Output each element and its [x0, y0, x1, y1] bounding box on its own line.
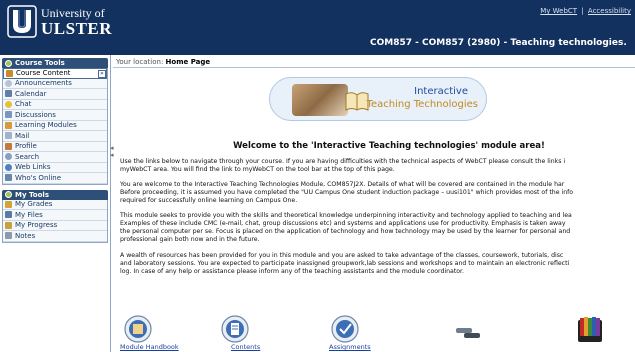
- sidebar-item-mail[interactable]: Mail: [3, 131, 107, 142]
- module-handbook-icon: [124, 315, 152, 343]
- my-tools-bullet-icon: [5, 191, 12, 198]
- paragraph-line: log. In case of any help or assistance p…: [120, 268, 464, 276]
- sidebar-item-label: Notes: [15, 231, 36, 240]
- sidebar-item-label: Profile: [15, 142, 37, 151]
- sidebar-item-web-links[interactable]: Web Links: [3, 162, 107, 173]
- sidebar: Course Tools Course Content Announcement…: [0, 55, 114, 352]
- sidebar-item-label: My Progress: [15, 221, 58, 230]
- paragraph-line: Before proceeding, it is assumed you hav…: [120, 189, 574, 197]
- folders-icon: [578, 317, 602, 342]
- paragraph-line: A wealth of resources has been provided …: [120, 252, 564, 259]
- intro-paragraph-3: This module seeks to provide you with th…: [120, 212, 635, 244]
- sidebar-item-label: Search: [15, 152, 40, 161]
- header-bar: University of ULSTER My WebCT | Accessib…: [0, 0, 635, 55]
- paragraph-line: You are welcome to the Interactive Teach…: [120, 181, 565, 188]
- assignments-label: Assignments: [329, 343, 371, 351]
- paragraph-line: the personal computer per se. Focus is p…: [120, 228, 571, 236]
- sidebar-item-discussions[interactable]: Discussions: [3, 110, 107, 121]
- paragraph-line: myWebCT area. You will find the link to …: [120, 166, 395, 174]
- sidebar-item-label: Web Links: [15, 163, 51, 172]
- mail-icon: [5, 132, 12, 140]
- welcome-heading: Welcome to the 'Interactive Teaching tec…: [233, 141, 545, 151]
- sidebar-item-announcements[interactable]: Announcements: [3, 78, 107, 89]
- module-handbook-label: Module Handbook: [120, 343, 179, 351]
- top-links: My WebCT | Accessibility: [540, 7, 631, 15]
- my-tools-title: My Tools: [15, 190, 49, 199]
- module-banner: Interactive Teaching Technologies: [269, 77, 487, 121]
- web-links-icon: [5, 163, 12, 171]
- sidebar-item-label: My Grades: [15, 200, 53, 209]
- sidebar-item-label: Announcements: [15, 79, 72, 88]
- my-tools-list: My Grades My Files My Progress Notes: [2, 199, 108, 243]
- sidebar-item-my-progress[interactable]: My Progress: [3, 220, 107, 231]
- paragraph-line: and laboratory sessions. You are expecte…: [120, 260, 570, 268]
- paragraph-line: This module seeks to provide you with th…: [120, 212, 572, 219]
- breadcrumb: Your location: Home Page: [113, 55, 635, 68]
- assignments-icon: [331, 315, 359, 343]
- sidebar-item-calendar[interactable]: Calendar: [3, 89, 107, 100]
- sidebar-item-chat[interactable]: Chat: [3, 99, 107, 110]
- sidebar-item-label: Course Content: [16, 69, 71, 78]
- my-webct-link[interactable]: My WebCT: [540, 7, 577, 15]
- contents-label: Contents: [231, 343, 261, 351]
- sidebar-item-my-grades[interactable]: My Grades: [3, 199, 107, 210]
- links-icon: [456, 328, 480, 338]
- course-tools-title: Course Tools: [15, 59, 65, 67]
- sidebar-item-search[interactable]: Search: [3, 152, 107, 163]
- calendar-icon: [5, 90, 12, 98]
- main-content: Your location: Home Page Interactive Tea…: [113, 55, 635, 352]
- whos-online-icon: [5, 174, 12, 182]
- paragraph-line: professional gain both now and in the fu…: [120, 236, 260, 244]
- collapse-menu-button[interactable]: »: [98, 70, 106, 78]
- sidebar-item-label: Mail: [15, 131, 30, 140]
- notes-icon: [5, 232, 12, 240]
- sidebar-item-label: Discussions: [15, 110, 56, 119]
- sidebar-item-profile[interactable]: Profile: [3, 141, 107, 152]
- files-icon: [5, 211, 12, 219]
- link-separator: |: [581, 7, 584, 15]
- sidebar-item-notes[interactable]: Notes: [3, 231, 107, 242]
- sidebar-item-learning-modules[interactable]: Learning Modules: [3, 120, 107, 131]
- banner-title-line2: Teaching Technologies: [366, 99, 478, 110]
- sidebar-item-label: Learning Modules: [15, 121, 77, 130]
- accessibility-link[interactable]: Accessibility: [588, 7, 631, 15]
- breadcrumb-current: Home Page: [165, 58, 211, 66]
- sidebar-item-course-content[interactable]: Course Content: [3, 68, 107, 79]
- course-tools-bullet-icon: [5, 59, 12, 67]
- learning-modules-icon: [5, 121, 12, 129]
- university-logo[interactable]: University of ULSTER: [7, 5, 117, 45]
- content-links-row: Module Handbook Contents Assignments: [113, 314, 635, 352]
- sidebar-item-label: My Files: [15, 210, 43, 219]
- paragraph-line: required for successfully online learnin…: [120, 197, 298, 205]
- paragraph-line: Use the links below to navigate through …: [120, 158, 566, 165]
- contents-icon: [221, 315, 249, 343]
- announcements-icon: [5, 79, 12, 87]
- banner-photo: [292, 84, 348, 116]
- course-content-icon: [6, 69, 13, 77]
- intro-paragraph-2: You are welcome to the Interactive Teach…: [120, 181, 635, 205]
- course-tools-header[interactable]: Course Tools: [2, 58, 108, 68]
- profile-icon: [5, 142, 12, 150]
- grades-icon: [5, 200, 12, 208]
- sidebar-item-my-files[interactable]: My Files: [3, 210, 107, 221]
- sidebar-item-label: Who's Online: [15, 173, 62, 182]
- intro-paragraph-1: Use the links below to navigate through …: [120, 158, 635, 174]
- sidebar-item-whos-online[interactable]: Who's Online: [3, 173, 107, 184]
- course-tools-list: Course Content Announcements Calendar Ch…: [2, 68, 108, 185]
- breadcrumb-prefix: Your location:: [116, 58, 164, 66]
- banner-title-line1: Interactive: [414, 86, 468, 97]
- sidebar-item-label: Chat: [15, 100, 32, 109]
- course-title: COM857 - COM857 (2980) - Teaching techno…: [370, 38, 627, 48]
- search-icon: [5, 153, 12, 161]
- my-tools-header[interactable]: My Tools: [2, 189, 108, 200]
- progress-icon: [5, 221, 12, 229]
- logo-text-line2: ULSTER: [41, 19, 113, 38]
- sidebar-item-label: Calendar: [15, 89, 47, 98]
- chat-icon: [5, 100, 12, 108]
- ulster-logo-icon: [7, 5, 37, 38]
- discussions-icon: [5, 111, 12, 119]
- paragraph-line: Examples of these include CMC (e-mail, c…: [120, 220, 566, 228]
- intro-paragraph-4: A wealth of resources has been provided …: [120, 252, 635, 276]
